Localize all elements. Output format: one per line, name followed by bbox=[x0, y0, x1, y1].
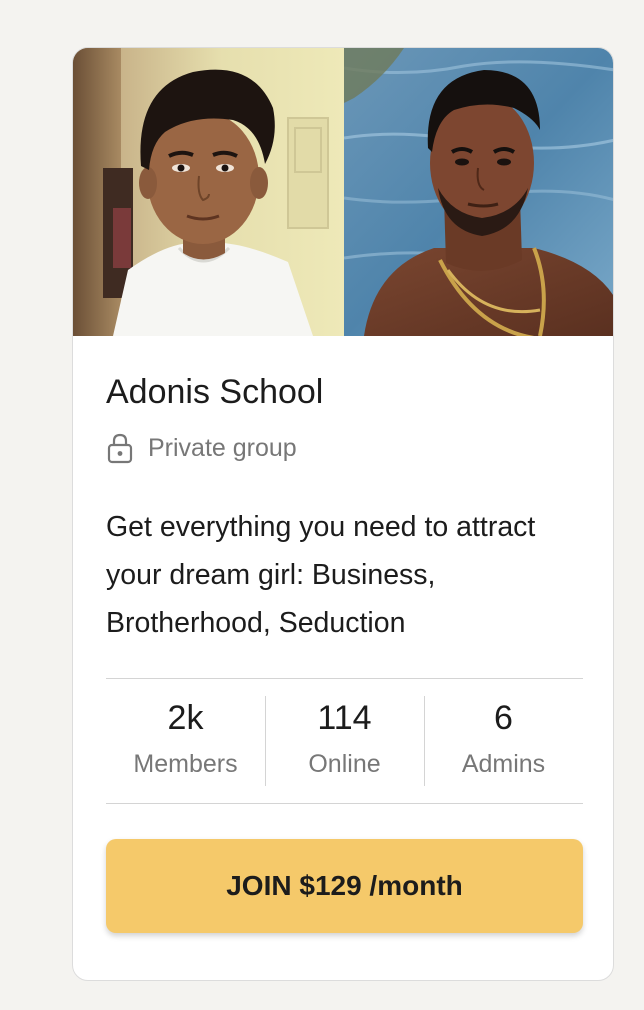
cover-photo-left bbox=[73, 48, 344, 336]
privacy-label: Private group bbox=[148, 433, 297, 462]
cover-image bbox=[73, 48, 613, 336]
stats-bar: 2k Members 114 Online 6 Admins bbox=[106, 678, 583, 804]
stat-online: 114 Online bbox=[265, 679, 424, 803]
stat-label: Admins bbox=[461, 750, 546, 778]
group-card: Adonis School Private group Get everythi… bbox=[72, 47, 614, 981]
stat-value: 6 bbox=[494, 699, 513, 737]
stat-value: 2k bbox=[167, 699, 204, 737]
stat-value: 114 bbox=[317, 699, 372, 737]
join-button[interactable]: JOIN $129 /month bbox=[106, 839, 583, 933]
group-name: Adonis School bbox=[106, 373, 324, 411]
stat-label: Members bbox=[133, 750, 238, 778]
privacy-status: Private group bbox=[106, 432, 297, 464]
lock-icon bbox=[107, 433, 133, 464]
cover-photo-right bbox=[344, 48, 613, 336]
stat-members: 2k Members bbox=[106, 679, 265, 803]
stat-label: Online bbox=[308, 750, 381, 778]
stat-admins: 6 Admins bbox=[424, 679, 583, 803]
group-description: Get everything you need to attract your … bbox=[106, 511, 536, 639]
